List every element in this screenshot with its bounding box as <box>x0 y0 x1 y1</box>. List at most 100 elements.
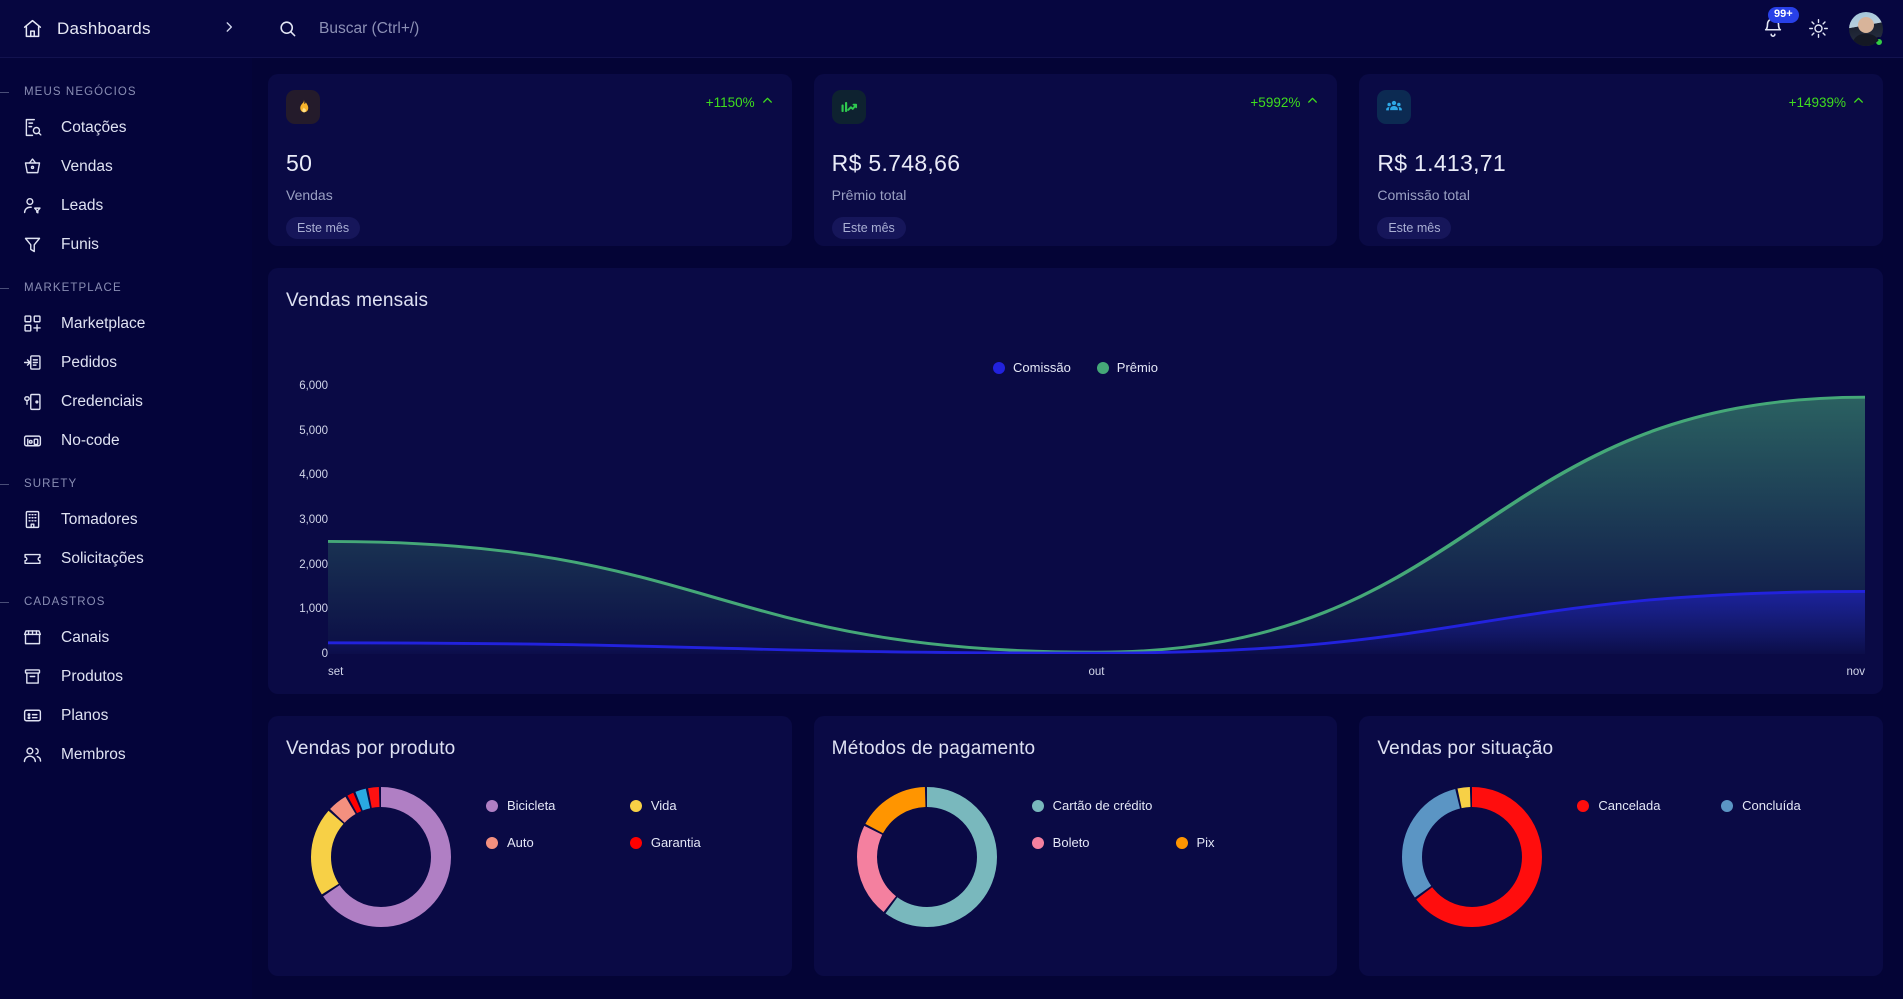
stat-value: R$ 5.748,66 <box>832 150 1320 177</box>
sidebar-item-label: Marketplace <box>61 315 145 333</box>
sidebar-section-title: MARKETPLACE <box>0 264 252 304</box>
stat-period-chip[interactable]: Este mês <box>832 217 906 239</box>
sidebar-item-funis[interactable]: Funis <box>0 225 252 264</box>
donut-legend-item[interactable]: Cartão de crédito <box>1032 798 1320 813</box>
y-axis-tick: 1,000 <box>299 603 328 615</box>
sidebar-item-planos[interactable]: Planos <box>0 696 252 735</box>
sidebar-item-vendas[interactable]: Vendas <box>0 147 252 186</box>
donut-legend-item[interactable]: Garantia <box>630 835 774 850</box>
notifications-button[interactable]: 99+ <box>1762 16 1788 42</box>
legend-color-dot <box>1721 800 1733 812</box>
sidebar-item-label: Solicitações <box>61 550 144 568</box>
stat-period-chip[interactable]: Este mês <box>1377 217 1451 239</box>
trend-up-icon <box>1852 94 1865 110</box>
stat-delta: +5992% <box>1250 94 1319 110</box>
sidebar-item-credenciais[interactable]: Credenciais <box>0 382 252 421</box>
legend-item[interactable]: Comissão <box>993 360 1071 375</box>
legend-label: Prêmio <box>1117 360 1158 375</box>
y-axis-labels: 01,0002,0003,0004,0005,0006,000 <box>268 386 328 654</box>
donut-legend-item[interactable]: Bicicleta <box>486 798 630 813</box>
legend-label: Comissão <box>1013 360 1071 375</box>
donut-legend-item[interactable]: Concluída <box>1721 798 1865 813</box>
sun-icon[interactable] <box>1808 18 1829 39</box>
donut-legend-item[interactable]: Pix <box>1176 835 1320 850</box>
avatar-image <box>1849 12 1883 46</box>
fire-icon <box>286 90 320 124</box>
stat-delta-value: +1150% <box>706 95 755 110</box>
legend-label: Concluída <box>1742 798 1801 813</box>
y-axis-tick: 3,000 <box>299 514 328 526</box>
sidebar-item-tomadores[interactable]: Tomadores <box>0 500 252 539</box>
building-icon <box>22 509 43 530</box>
sidebar-item-label: Tomadores <box>61 511 138 529</box>
sidebar-item-pedidos[interactable]: Pedidos <box>0 343 252 382</box>
search-input[interactable]: Buscar (Ctrl+/) <box>319 20 419 38</box>
sidebar-section-title: CADASTROS <box>0 578 252 618</box>
search-area[interactable]: Buscar (Ctrl+/) <box>252 0 1762 57</box>
stat-delta: +1150% <box>706 94 774 110</box>
archive-icon <box>22 666 43 687</box>
donut-legend-item[interactable]: Boleto <box>1032 835 1176 850</box>
chevron-right-icon[interactable] <box>222 20 236 38</box>
donut-panel: Métodos de pagamento Cartão de crédito B… <box>814 716 1338 976</box>
sidebar-item-solicita-es[interactable]: Solicitações <box>0 539 252 578</box>
stat-value: R$ 1.413,71 <box>1377 150 1865 177</box>
sidebar-item-leads[interactable]: Leads <box>0 186 252 225</box>
sidebar-item-membros[interactable]: Membros <box>0 735 252 774</box>
sidebar-item-no-code[interactable]: No-code <box>0 421 252 460</box>
y-axis-tick: 5,000 <box>299 425 328 437</box>
quote-search-icon <box>22 117 43 138</box>
sidebar-item-label: Leads <box>61 197 103 215</box>
legend-item[interactable]: Prêmio <box>1097 360 1158 375</box>
y-axis-tick: 6,000 <box>299 380 328 392</box>
notification-badge: 99+ <box>1768 7 1799 23</box>
donut-legend: Bicicleta Vida Auto Garantia <box>486 782 774 850</box>
sidebar-item-cota-es[interactable]: Cotações <box>0 108 252 147</box>
funnel-icon <box>22 234 43 255</box>
home-icon <box>22 18 43 39</box>
trend-up-icon <box>761 94 774 110</box>
legend-color-dot <box>630 800 642 812</box>
legend-label: Vida <box>651 798 677 813</box>
sidebar-item-produtos[interactable]: Produtos <box>0 657 252 696</box>
legend-color-dot <box>1032 800 1044 812</box>
x-axis-tick: set <box>328 666 343 678</box>
sidebar-item-marketplace[interactable]: Marketplace <box>0 304 252 343</box>
legend-label: Cancelada <box>1598 798 1660 813</box>
stat-value: 50 <box>286 150 774 177</box>
app-header: Dashboards Buscar (Ctrl+/) 99+ <box>0 0 1903 58</box>
people-icon <box>1377 90 1411 124</box>
chart-plot: 01,0002,0003,0004,0005,0006,000 setoutno… <box>268 386 1865 694</box>
donut-legend-item[interactable]: Auto <box>486 835 630 850</box>
legend-color-dot <box>1097 362 1109 374</box>
header-actions: 99+ <box>1762 12 1903 46</box>
sidebar-item-label: Canais <box>61 629 109 647</box>
credential-lock-icon <box>22 391 43 412</box>
sidebar-item-label: No-code <box>61 432 120 450</box>
legend-color-dot <box>486 800 498 812</box>
donut-legend-item[interactable]: Vida <box>630 798 774 813</box>
main-content: +1150% 50 Vendas Este mês +5992% R$ 5.74… <box>252 58 1903 999</box>
legend-color-dot <box>1577 800 1589 812</box>
sidebar-item-label: Pedidos <box>61 354 117 372</box>
legend-label: Cartão de crédito <box>1053 798 1153 813</box>
sidebar-section-title: SURETY <box>0 460 252 500</box>
stat-delta-value: +14939% <box>1789 95 1846 110</box>
donut-legend-item[interactable]: Cancelada <box>1577 798 1721 813</box>
sidebar-item-label: Funis <box>61 236 99 254</box>
brand-area[interactable]: Dashboards <box>0 0 252 57</box>
donut-legend: Cancelada Concluída <box>1577 782 1865 813</box>
y-axis-tick: 2,000 <box>299 559 328 571</box>
y-axis-tick: 4,000 <box>299 469 328 481</box>
donut-row: Vendas por produto Bicicleta Vida Auto G… <box>268 716 1883 976</box>
sidebar-item-canais[interactable]: Canais <box>0 618 252 657</box>
avatar[interactable] <box>1849 12 1883 46</box>
search-icon[interactable] <box>278 19 297 38</box>
trending-chart-icon <box>832 90 866 124</box>
sidebar-item-label: Planos <box>61 707 108 725</box>
legend-label: Boleto <box>1053 835 1090 850</box>
stat-period-chip[interactable]: Este mês <box>286 217 360 239</box>
x-axis-tick: nov <box>1846 666 1865 678</box>
plan-card-icon <box>22 705 43 726</box>
stat-card: +5992% R$ 5.748,66 Prêmio total Este mês <box>814 74 1338 246</box>
